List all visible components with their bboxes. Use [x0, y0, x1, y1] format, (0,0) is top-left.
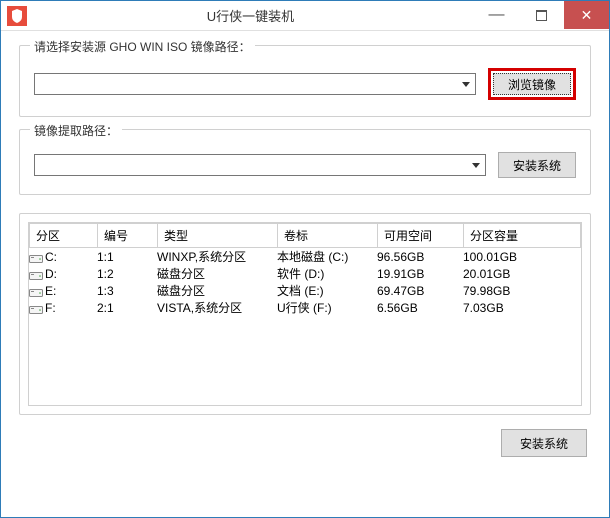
cell-free: 69.47GB [377, 282, 463, 299]
extract-groupbox: 镜像提取路径： 安装系统 [19, 129, 591, 195]
cell-partition: D: [29, 265, 97, 282]
cell-number: 1:3 [97, 282, 157, 299]
extract-groupbox-title: 镜像提取路径： [30, 122, 122, 139]
drive-icon [29, 286, 43, 297]
browse-button-highlight: 浏览镜像 [488, 68, 576, 100]
browse-image-button[interactable]: 浏览镜像 [493, 73, 571, 95]
cell-free: 19.91GB [377, 265, 463, 282]
cell-label: U行侠 (F:) [277, 299, 377, 316]
maximize-button[interactable] [519, 1, 564, 29]
window-controls: — ✕ [474, 1, 609, 30]
app-window: U行侠一键装机 — ✕ 请选择安装源 GHO WIN ISO 镜像路径： 浏览镜… [0, 0, 610, 518]
drive-icon [29, 269, 43, 280]
app-icon [7, 6, 27, 26]
titlebar: U行侠一键装机 — ✕ [1, 1, 609, 31]
cell-partition: E: [29, 282, 97, 299]
extract-path-dropdown[interactable] [34, 154, 486, 176]
table-row[interactable]: C:1:1WINXP,系统分区本地磁盘 (C:)96.56GB100.01GB [29, 248, 581, 265]
cell-capacity: 79.98GB [463, 282, 581, 299]
partition-table-header: 分区 编号 类型 卷标 可用空间 分区容量 [29, 223, 581, 248]
table-header-row: 分区 编号 类型 卷标 可用空间 分区容量 [30, 224, 581, 248]
cell-number: 2:1 [97, 299, 157, 316]
table-row[interactable]: D:1:2磁盘分区软件 (D:)19.91GB20.01GB [29, 265, 581, 282]
cell-type: 磁盘分区 [157, 265, 277, 282]
drive-icon [29, 252, 43, 263]
cell-capacity: 7.03GB [463, 299, 581, 316]
source-groupbox: 请选择安装源 GHO WIN ISO 镜像路径： 浏览镜像 [19, 45, 591, 117]
cell-free: 96.56GB [377, 248, 463, 265]
close-button[interactable]: ✕ [564, 1, 609, 29]
cell-label: 文档 (E:) [277, 282, 377, 299]
cell-type: VISTA,系统分区 [157, 299, 277, 316]
table-row[interactable]: F:2:1VISTA,系统分区U行侠 (F:)6.56GB7.03GB [29, 299, 581, 316]
drive-icon [29, 303, 43, 314]
cell-number: 1:1 [97, 248, 157, 265]
cell-capacity: 100.01GB [463, 248, 581, 265]
footer: 安装系统 [19, 429, 591, 457]
install-system-button-bottom[interactable]: 安装系统 [501, 429, 587, 457]
cell-capacity: 20.01GB [463, 265, 581, 282]
partition-table-wrap: 分区 编号 类型 卷标 可用空间 分区容量 C:1:1WI [19, 213, 591, 415]
col-header-label[interactable]: 卷标 [278, 224, 378, 248]
partition-table-body[interactable]: C:1:1WINXP,系统分区本地磁盘 (C:)96.56GB100.01GBD… [28, 248, 582, 406]
cell-type: 磁盘分区 [157, 282, 277, 299]
cell-partition: F: [29, 299, 97, 316]
install-system-button-top[interactable]: 安装系统 [498, 152, 576, 178]
content-area: 请选择安装源 GHO WIN ISO 镜像路径： 浏览镜像 镜像提取路径： 安装… [1, 31, 609, 471]
col-header-number[interactable]: 编号 [98, 224, 158, 248]
window-title: U行侠一键装机 [27, 6, 474, 25]
col-header-type[interactable]: 类型 [158, 224, 278, 248]
source-groupbox-title: 请选择安装源 GHO WIN ISO 镜像路径： [30, 38, 255, 55]
source-path-dropdown[interactable] [34, 73, 476, 95]
chevron-down-icon [458, 74, 475, 94]
cell-type: WINXP,系统分区 [157, 248, 277, 265]
col-header-capacity[interactable]: 分区容量 [464, 224, 581, 248]
cell-number: 1:2 [97, 265, 157, 282]
col-header-free[interactable]: 可用空间 [378, 224, 464, 248]
table-row[interactable]: E:1:3磁盘分区文档 (E:)69.47GB79.98GB [29, 282, 581, 299]
cell-label: 本地磁盘 (C:) [277, 248, 377, 265]
cell-label: 软件 (D:) [277, 265, 377, 282]
minimize-button[interactable]: — [474, 1, 519, 29]
cell-free: 6.56GB [377, 299, 463, 316]
col-header-partition[interactable]: 分区 [30, 224, 98, 248]
cell-partition: C: [29, 248, 97, 265]
chevron-down-icon [468, 155, 485, 175]
